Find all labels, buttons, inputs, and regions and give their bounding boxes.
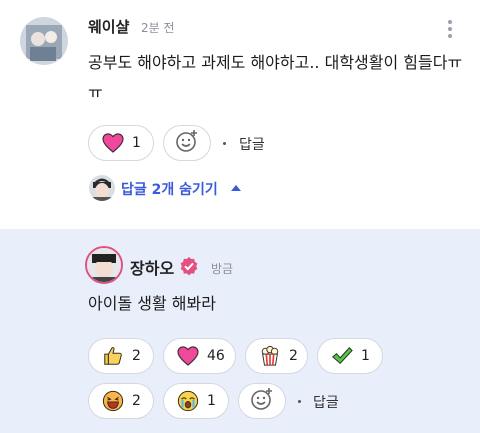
- add-reaction-button[interactable]: [238, 383, 286, 419]
- heart-icon: [177, 345, 199, 367]
- hide-replies-toggle[interactable]: 답글 2개 숨기기: [121, 179, 218, 199]
- add-reaction-button[interactable]: [163, 125, 211, 161]
- separator-dot: [298, 400, 301, 403]
- comment-text: 공부도 해야하고 과제도 해야하고.. 대학생활이 힘들다ㅠㅠ: [88, 53, 463, 102]
- reaction-laughing[interactable]: 2: [88, 383, 154, 419]
- add-emoji-icon: [250, 387, 274, 415]
- popcorn-icon: [259, 345, 281, 367]
- reaction-crying[interactable]: 1: [163, 383, 229, 419]
- reaction-heart[interactable]: 1: [88, 125, 154, 161]
- separator-dot: [223, 142, 226, 145]
- commenter-avatar[interactable]: [20, 17, 68, 65]
- reaction-count: 2: [132, 393, 141, 409]
- reaction-count: 2: [289, 348, 298, 364]
- reaction-count: 46: [207, 348, 225, 364]
- commenter-name[interactable]: 웨이샬: [88, 16, 129, 37]
- reaction-count: 1: [361, 348, 370, 364]
- add-emoji-icon: [175, 129, 199, 157]
- replier-mini-avatar: [89, 175, 115, 201]
- more-options-icon[interactable]: [447, 20, 453, 44]
- reply-time: 방금: [211, 262, 234, 276]
- reaction-count: 2: [132, 348, 141, 364]
- crying-face-icon: [177, 390, 199, 412]
- replier-avatar[interactable]: [85, 246, 123, 284]
- verified-badge-icon: [179, 256, 199, 280]
- reply-text: 아이돌 생활 해봐라: [88, 294, 216, 313]
- reaction-checkmark[interactable]: 1: [317, 338, 383, 374]
- reaction-popcorn[interactable]: 2: [245, 338, 308, 374]
- reaction-count: 1: [132, 135, 141, 151]
- reply: 장하오 방금 아이돌 생활 해봐라 2 46 2 1 2 1 답글: [0, 229, 480, 433]
- chevron-up-icon[interactable]: [231, 185, 241, 191]
- thumbs-up-icon: [102, 345, 124, 367]
- checkmark-icon: [331, 345, 353, 367]
- comment: 웨이샬 2분 전 공부도 해야하고 과제도 해야하고.. 대학생활이 힘들다ㅠㅠ…: [0, 0, 480, 229]
- laughing-face-icon: [102, 390, 124, 412]
- replier-name[interactable]: 장하오: [130, 255, 174, 279]
- reaction-count: 1: [207, 393, 216, 409]
- comment-time: 2분 전: [141, 21, 175, 35]
- reaction-heart[interactable]: 46: [163, 338, 236, 374]
- reaction-thumbs-up[interactable]: 2: [88, 338, 154, 374]
- reply-button[interactable]: 답글: [239, 134, 265, 154]
- heart-icon: [102, 132, 124, 154]
- reply-button[interactable]: 답글: [313, 392, 339, 412]
